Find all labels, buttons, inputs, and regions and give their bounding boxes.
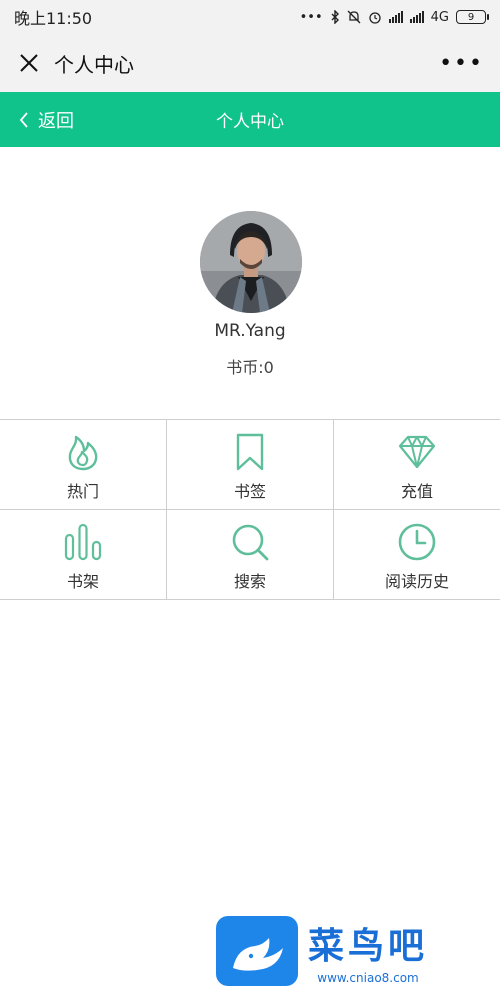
network-type: 4G bbox=[430, 9, 449, 25]
menu-row: 热门 书签 充值 bbox=[0, 420, 500, 510]
chevron-left-icon bbox=[19, 111, 28, 128]
watermark-url: www.cniao8.com bbox=[317, 971, 419, 985]
back-label: 返回 bbox=[38, 110, 74, 132]
dots-icon: ••• bbox=[299, 9, 323, 25]
search-icon bbox=[232, 524, 269, 561]
back-button[interactable]: 返回 bbox=[18, 92, 74, 147]
menu-grid: 热门 书签 充值 书架 搜索 阅读历史 bbox=[0, 419, 500, 600]
title-bar: 个人中心 ••• bbox=[0, 34, 500, 92]
close-icon bbox=[20, 54, 38, 72]
menu-label: 充值 bbox=[400, 482, 433, 501]
menu-item-bookmark[interactable]: 书签 bbox=[167, 420, 334, 509]
coin-balance: 书币:0 bbox=[226, 358, 274, 377]
status-icons: ••• 4G 9 bbox=[299, 9, 489, 25]
menu-label: 书架 bbox=[66, 572, 99, 591]
menu-item-recharge[interactable]: 充值 bbox=[334, 420, 500, 509]
menu-item-history[interactable]: 阅读历史 bbox=[334, 510, 500, 599]
profile-section: MR.Yang 书币:0 bbox=[0, 147, 500, 419]
menu-label: 阅读历史 bbox=[384, 572, 449, 591]
alarm-icon bbox=[368, 12, 381, 24]
flame-icon bbox=[68, 435, 98, 471]
window-title: 个人中心 bbox=[54, 52, 134, 77]
watermark-title: 菜鸟吧 bbox=[308, 925, 429, 967]
menu-label: 热门 bbox=[66, 482, 99, 501]
menu-row: 书架 搜索 阅读历史 bbox=[0, 510, 500, 600]
bookshelf-icon bbox=[64, 523, 102, 561]
watermark: 菜鸟吧 www.cniao8.com bbox=[216, 916, 428, 986]
avatar[interactable] bbox=[200, 211, 302, 313]
menu-item-hot[interactable]: 热门 bbox=[0, 420, 167, 509]
mute-bell-icon bbox=[347, 10, 361, 24]
menu-item-search[interactable]: 搜索 bbox=[167, 510, 334, 599]
close-button[interactable] bbox=[16, 50, 42, 76]
status-time: 晚上11:50 bbox=[14, 9, 93, 28]
signal-icon bbox=[388, 11, 403, 23]
menu-label: 书签 bbox=[233, 482, 266, 501]
avatar-image bbox=[200, 211, 302, 313]
page-title: 个人中心 bbox=[216, 112, 284, 132]
watermark-text: 菜鸟吧 www.cniao8.com bbox=[308, 917, 428, 985]
more-button[interactable]: ••• bbox=[439, 51, 484, 76]
app-header: 返回 个人中心 bbox=[0, 92, 500, 147]
bird-logo-icon bbox=[216, 916, 298, 986]
bluetooth-icon bbox=[331, 10, 339, 24]
menu-item-bookshelf[interactable]: 书架 bbox=[0, 510, 167, 599]
bookmark-icon bbox=[236, 433, 264, 471]
status-bar: 晚上11:50 ••• 4G 9 bbox=[0, 0, 500, 34]
signal-icon-2 bbox=[409, 11, 424, 23]
battery-icon: 9 bbox=[456, 10, 489, 24]
menu-label: 搜索 bbox=[233, 572, 266, 591]
battery-level: 9 bbox=[467, 11, 475, 23]
clock-icon bbox=[398, 523, 436, 561]
username: MR.Yang bbox=[214, 321, 286, 341]
diamond-icon bbox=[398, 435, 436, 469]
